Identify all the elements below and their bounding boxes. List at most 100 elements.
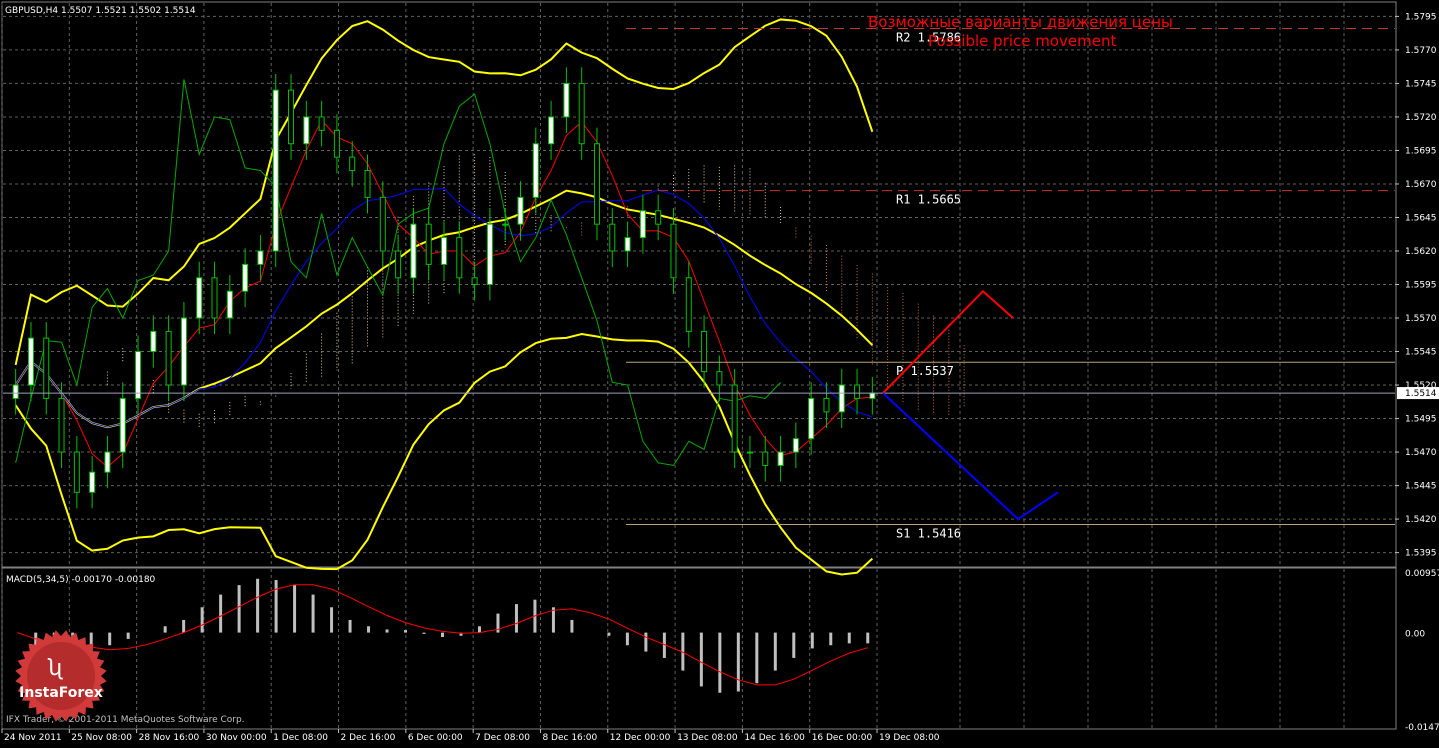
indicator-lines <box>14 18 874 576</box>
price-axis-label: 1.5695 <box>1405 146 1437 156</box>
bear-candle <box>655 210 662 225</box>
title-english: Possible price movement <box>928 32 1117 50</box>
bull-candle <box>303 116 310 145</box>
bear-candle <box>364 170 371 198</box>
title-russian: Возможные варианты движения цены <box>868 13 1173 31</box>
bull-candle <box>777 451 784 466</box>
time-axis-label: 12 Dec 00:00 <box>610 733 671 743</box>
bull-candle <box>548 116 555 145</box>
bear-candle <box>701 330 708 373</box>
bear-candle <box>333 129 340 158</box>
bear-candle <box>854 384 861 399</box>
bull-candle <box>624 237 631 252</box>
logo-text: InstaForex <box>19 685 103 701</box>
bear-candle <box>425 223 432 265</box>
bull-candle <box>272 89 279 252</box>
bear-candle <box>456 237 463 279</box>
bear-candle <box>288 89 295 145</box>
time-axis-label: 16 Dec 00:00 <box>812 733 873 743</box>
instaforex-logo: ʯ InstaForex <box>15 630 107 722</box>
price-axis-label: 1.5745 <box>1405 79 1437 89</box>
bear-candle <box>43 337 50 399</box>
time-axis-label: 24 Nov 2011 <box>4 733 62 743</box>
bear-candle <box>379 196 386 252</box>
bear-candle <box>349 156 356 172</box>
bull-candle <box>196 277 203 319</box>
bear-candle <box>609 223 616 252</box>
price-axis-label: 1.5420 <box>1405 515 1437 525</box>
grid <box>1 3 1395 728</box>
bear-candle <box>670 223 677 279</box>
bear-candle <box>73 451 80 493</box>
price-chart-canvas[interactable]: R2 1.5786R1 1.5665P 1.5537S1 1.5416 0.00… <box>0 0 1439 744</box>
bear-candle <box>823 397 830 413</box>
bull-candle <box>135 351 142 399</box>
price-axis-label: 1.5570 <box>1405 314 1437 324</box>
macd-axis-label: 0.00 <box>1405 630 1425 640</box>
bollinger-lower-line <box>14 333 874 576</box>
time-axis-label: 13 Dec 08:00 <box>677 733 738 743</box>
bull-candle <box>517 196 524 225</box>
bear-candle <box>593 143 600 225</box>
bear-candle <box>165 330 172 386</box>
bull-candle <box>869 392 876 399</box>
logo-glyph-icon: ʯ <box>48 656 64 681</box>
price-axis-label: 1.5770 <box>1405 46 1437 56</box>
time-axis-label: 2 Dec 16:00 <box>341 733 396 743</box>
price-axis-label: 1.5670 <box>1405 180 1437 190</box>
bear-candle <box>685 277 692 332</box>
bull-candle <box>441 237 447 265</box>
time-axis-label: 8 Dec 16:00 <box>542 733 597 743</box>
forecast-lines <box>882 289 1059 521</box>
price-axis-label: 1.5595 <box>1405 281 1437 291</box>
bollinger-upper-line <box>14 18 874 366</box>
bull-candle <box>12 384 19 399</box>
macd-label: MACD(5,34,5) -0.00170 -0.00180 <box>6 575 156 585</box>
macd-panel: 0.00957 0.00 -0.01475 <box>17 569 1439 733</box>
time-axis-label: 19 Dec 08:00 <box>879 733 940 743</box>
level-label: S1 1.5416 <box>896 526 961 540</box>
bull-candle <box>226 290 233 319</box>
bull-candle <box>563 82 570 118</box>
bear-candle <box>211 277 218 319</box>
bull-candle <box>410 223 417 279</box>
current-price-label: 1.5514 <box>1405 389 1437 399</box>
bear-candle <box>716 371 723 386</box>
price-axis-label: 1.5795 <box>1405 12 1437 22</box>
bull-candle <box>792 438 799 453</box>
bull-candle <box>808 397 815 440</box>
bull-candle <box>89 471 96 493</box>
bull-candle <box>257 250 264 265</box>
bear-candle <box>58 397 65 453</box>
time-axis-label: 1 Dec 08:00 <box>273 733 328 743</box>
time-axis-label: 25 Nov 08:00 <box>71 733 132 743</box>
price-axis-label: 1.5645 <box>1405 213 1437 223</box>
time-axis-label: 6 Dec 00:00 <box>408 733 463 743</box>
time-axis-label: 14 Dec 16:00 <box>744 733 805 743</box>
bear-candle <box>578 82 585 145</box>
bear-candle <box>318 116 325 131</box>
symbol-header: GBPUSD,H4 1.5507 1.5521 1.5502 1.5514 <box>5 6 196 16</box>
macd-axis-label: -0.01475 <box>1405 723 1439 733</box>
chart-window[interactable]: R2 1.5786 R1 1.5665 P 1.5537 S1 1.5416 0.00… <box>0 0 1439 744</box>
bear-candle <box>762 451 769 466</box>
price-axis-label: 1.5545 <box>1405 348 1437 358</box>
bull-candle <box>104 451 111 473</box>
time-axis-label: 7 Dec 08:00 <box>475 733 530 743</box>
time-axis-label: 30 Nov 00:00 <box>206 733 267 743</box>
price-axis-label: 1.5445 <box>1405 482 1437 492</box>
price-axis-label: 1.5495 <box>1405 415 1437 425</box>
bear-candle <box>731 384 738 453</box>
price-axis-label: 1.5470 <box>1405 448 1437 458</box>
macd-panel-border <box>1 567 1397 730</box>
bear-candle <box>471 277 478 285</box>
macd-axis-label: 0.00957 <box>1405 569 1439 579</box>
bull-candle <box>119 397 126 453</box>
bull-candle <box>150 330 157 353</box>
bull-candle <box>486 223 493 286</box>
bull-candle <box>27 337 34 386</box>
bull-candle <box>639 210 646 239</box>
price-axis-label: 1.5620 <box>1405 247 1437 257</box>
bull-candle <box>242 263 249 292</box>
bull-candle <box>502 223 509 226</box>
